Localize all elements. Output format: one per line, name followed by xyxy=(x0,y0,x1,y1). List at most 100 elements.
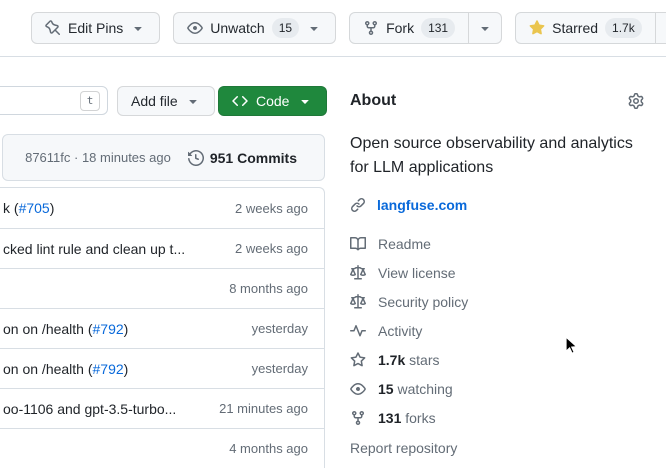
unwatch-button[interactable]: Unwatch 15 xyxy=(173,12,336,44)
readme-label: Readme xyxy=(378,236,431,252)
star-dropdown-button[interactable] xyxy=(655,12,666,44)
commit-message-text: ) xyxy=(124,361,129,377)
commit-message-text: oo-1106 and gpt-3.5-turbo... xyxy=(3,401,176,417)
book-icon xyxy=(350,236,366,252)
link-icon xyxy=(350,197,366,213)
repo-action-bar: Edit Pins Unwatch 15 Fork 131 Starred 1.… xyxy=(0,0,666,57)
commit-message-link[interactable]: on on /health (#792) xyxy=(3,361,128,377)
security-policy-link[interactable]: Security policy xyxy=(350,291,666,312)
unwatch-label: Unwatch xyxy=(210,20,264,36)
commit-date: 4 months ago xyxy=(229,441,308,456)
activity-label: Activity xyxy=(378,323,422,339)
eye-icon xyxy=(187,20,203,36)
add-file-label: Add file xyxy=(131,93,178,109)
add-file-button[interactable]: Add file xyxy=(117,86,215,116)
star-button-group: Starred 1.7k xyxy=(515,12,666,44)
view-license-label: View license xyxy=(378,265,456,281)
forks-count-badge: 131 xyxy=(421,18,455,38)
commit-message-link[interactable]: oo-1106 and gpt-3.5-turbo... xyxy=(3,401,176,417)
table-row: 4 months ago xyxy=(0,428,324,468)
commit-message-text: ) xyxy=(50,200,55,216)
commit-hash-and-time[interactable]: 87611fc · 18 minutes ago xyxy=(25,150,171,165)
starred-button[interactable]: Starred 1.7k xyxy=(515,12,655,44)
commit-message-text: ) xyxy=(124,321,129,337)
issue-link[interactable]: #705 xyxy=(19,200,50,216)
watching-label: 15 watching xyxy=(378,381,453,397)
readme-link[interactable]: Readme xyxy=(350,233,666,254)
files-column: t Add file Code 87611fc · 18 minutes ago… xyxy=(0,57,325,468)
table-row: 8 months ago xyxy=(0,268,324,308)
commit-date: 2 weeks ago xyxy=(235,241,308,256)
chevron-down-icon xyxy=(130,20,146,36)
commit-message-link[interactable]: on on /health (#792) xyxy=(3,321,128,337)
fork-icon xyxy=(363,20,379,36)
edit-pins-label: Edit Pins xyxy=(68,20,123,36)
law-icon xyxy=(350,265,366,281)
latest-commit-bar: 87611fc · 18 minutes ago 951 Commits xyxy=(2,134,325,181)
chevron-down-icon xyxy=(477,20,493,36)
chevron-down-icon xyxy=(297,93,313,109)
forks-link[interactable]: 131 forks xyxy=(350,407,666,428)
view-license-link[interactable]: View license xyxy=(350,262,666,283)
website-link[interactable]: langfuse.com xyxy=(377,197,467,213)
issue-link[interactable]: #792 xyxy=(93,321,124,337)
website-row: langfuse.com xyxy=(350,197,666,213)
stars-label: 1.7k stars xyxy=(378,352,439,368)
go-to-file-input[interactable] xyxy=(0,87,80,114)
table-row: on on /health (#792) yesterday xyxy=(0,348,324,388)
commit-date: 8 months ago xyxy=(229,281,308,296)
chevron-down-icon xyxy=(185,93,201,109)
law-icon xyxy=(350,294,366,310)
about-links: Readme View license Security policy Acti… xyxy=(350,233,666,456)
pulse-icon xyxy=(350,323,366,339)
commit-date: 2 weeks ago xyxy=(235,201,308,216)
history-icon xyxy=(188,150,204,166)
fork-button-group: Fork 131 xyxy=(349,12,502,44)
code-icon xyxy=(232,93,248,109)
report-repository-link[interactable]: Report repository xyxy=(350,440,666,456)
activity-link[interactable]: Activity xyxy=(350,320,666,341)
forks-label: 131 forks xyxy=(378,410,436,426)
commit-message-text: on on /health ( xyxy=(3,361,93,377)
table-row: cked lint rule and clean up t... 2 weeks… xyxy=(0,228,324,268)
watching-link[interactable]: 15 watching xyxy=(350,378,666,399)
chevron-down-icon xyxy=(306,20,322,36)
file-toolbar: t Add file Code xyxy=(0,86,325,116)
commit-history-link[interactable]: 951 Commits xyxy=(188,150,297,166)
table-row: on on /health (#792) yesterday xyxy=(0,308,324,348)
table-row: k (#705) 2 weeks ago xyxy=(0,188,324,228)
issue-link[interactable]: #792 xyxy=(93,361,124,377)
star-icon xyxy=(529,20,545,36)
star-icon xyxy=(350,352,366,368)
fork-icon xyxy=(350,410,366,426)
commit-message-link[interactable]: k (#705) xyxy=(3,200,54,216)
gear-icon[interactable] xyxy=(628,93,644,109)
stars-count-badge: 1.7k xyxy=(605,18,642,38)
pin-icon xyxy=(45,20,61,36)
repo-description: Open source observability and analytics … xyxy=(350,132,650,180)
code-button[interactable]: Code xyxy=(218,86,327,116)
starred-label: Starred xyxy=(552,20,598,36)
commit-date: 21 minutes ago xyxy=(219,401,308,416)
fork-button[interactable]: Fork 131 xyxy=(349,12,468,44)
commit-message-text: on on /health ( xyxy=(3,321,93,337)
about-sidebar: About Open source observability and anal… xyxy=(350,57,666,456)
commits-count: 951 Commits xyxy=(210,150,297,166)
commit-date: yesterday xyxy=(252,361,308,376)
commit-date: yesterday xyxy=(252,321,308,336)
code-label: Code xyxy=(256,93,289,109)
edit-pins-button[interactable]: Edit Pins xyxy=(31,12,160,44)
watchers-count-badge: 15 xyxy=(272,18,299,38)
commit-message-link[interactable]: cked lint rule and clean up t... xyxy=(3,241,185,257)
table-row: oo-1106 and gpt-3.5-turbo... 21 minutes … xyxy=(0,388,324,428)
stars-link[interactable]: 1.7k stars xyxy=(350,349,666,370)
eye-icon xyxy=(350,381,366,397)
commit-message-text: k ( xyxy=(3,200,19,216)
fork-dropdown-button[interactable] xyxy=(468,12,502,44)
about-title: About xyxy=(350,92,396,110)
fork-label: Fork xyxy=(386,20,414,36)
file-table: k (#705) 2 weeks ago cked lint rule and … xyxy=(0,187,325,468)
about-header: About xyxy=(350,92,666,110)
go-to-file-box: t xyxy=(0,86,108,115)
repo-main: t Add file Code 87611fc · 18 minutes ago… xyxy=(0,57,666,468)
